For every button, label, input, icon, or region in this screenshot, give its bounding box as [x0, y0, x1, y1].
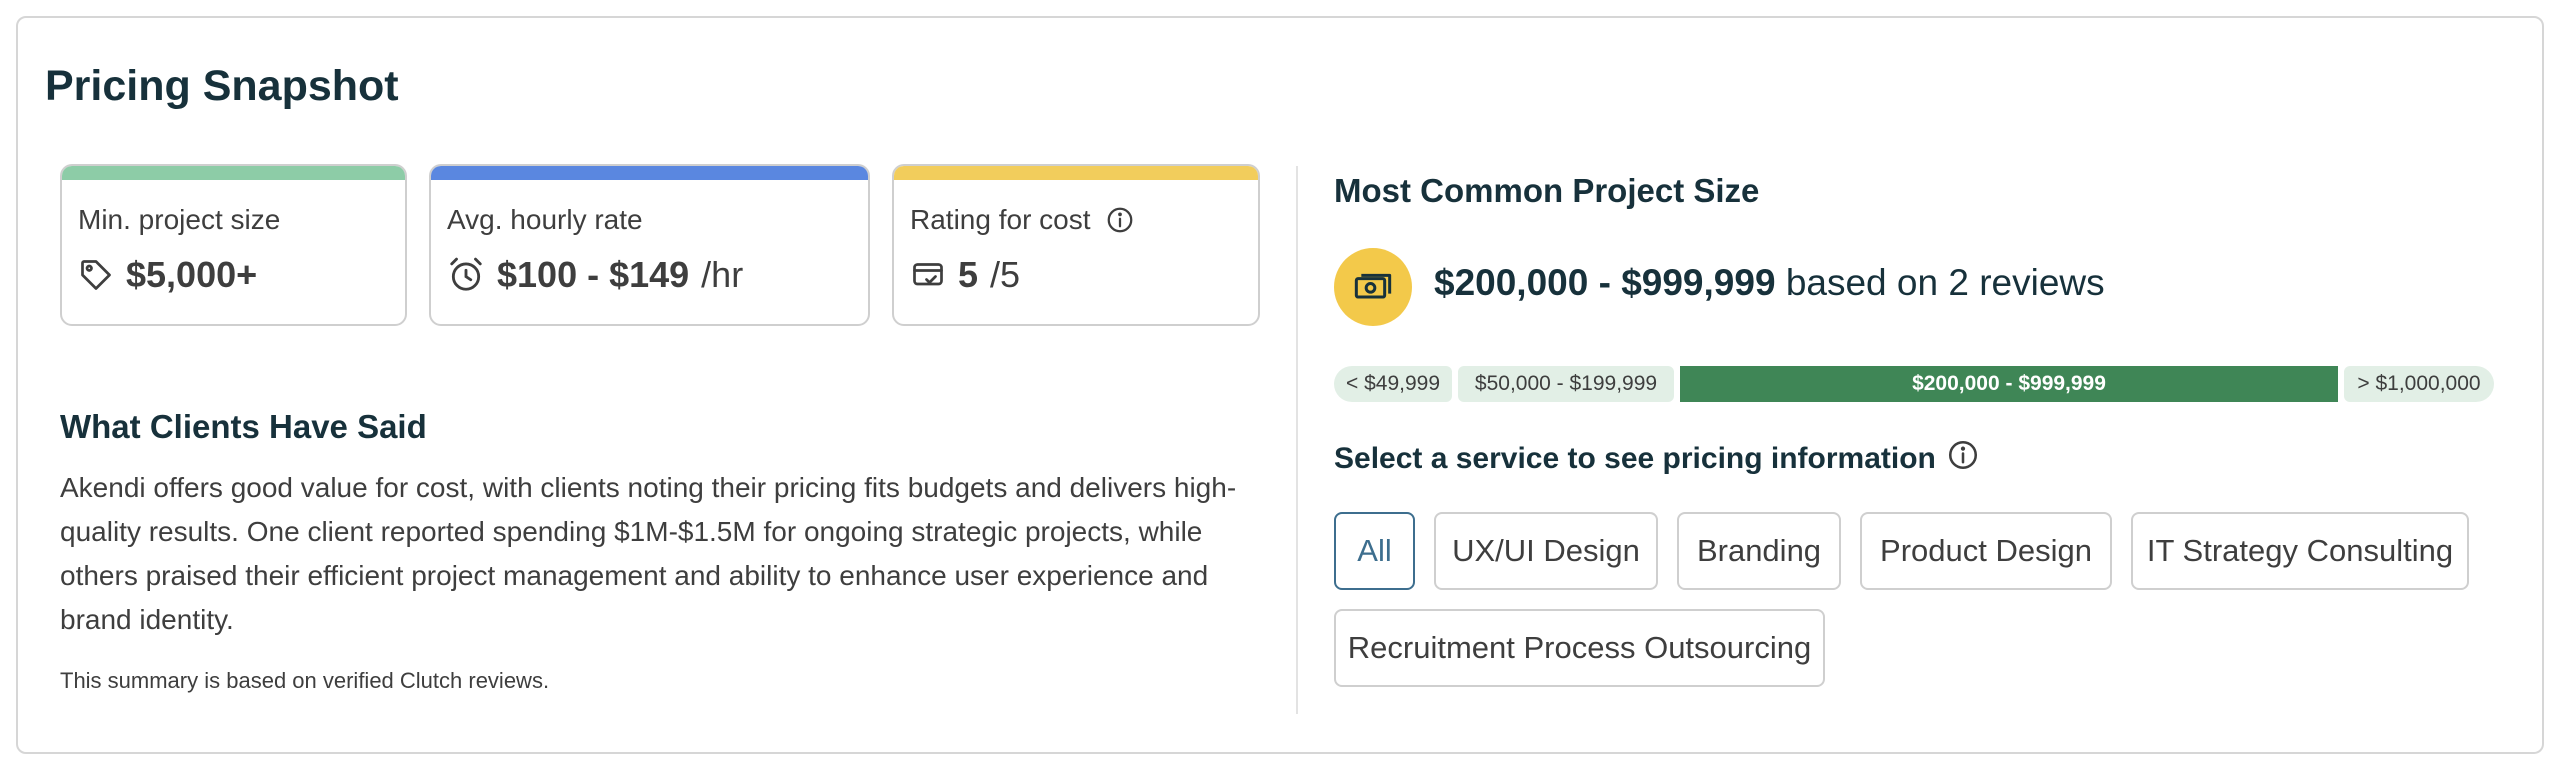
rating-for-cost-value: 5 [958, 254, 979, 295]
hourly-rate-unit: /hr [701, 254, 744, 295]
most-common-size-suffix: based on 2 reviews [1785, 262, 2105, 303]
project-size-distribution-bar: < $49,999 $50,000 - $199,999 $200,000 - … [1334, 366, 2494, 402]
most-common-size: $200,000 - $999,999 based on 2 reviews [1434, 262, 2105, 304]
min-project-size-label: Min. project size [78, 204, 281, 235]
service-select-prompt: Select a service to see pricing informat… [1334, 438, 1980, 480]
info-icon[interactable] [1105, 205, 1135, 235]
size-segment-200k-1m: $200,000 - $999,999 [1680, 366, 2338, 402]
hourly-rate-card: Avg. hourly rate $100 - $149 /hr [429, 164, 870, 326]
service-chip-recruitment-process-outsourcing[interactable]: Recruitment Process Outsourcing [1334, 609, 1825, 687]
rating-for-cost-accent [894, 166, 1258, 180]
alarm-clock-icon [447, 256, 485, 294]
page-title: Pricing Snapshot [45, 62, 399, 110]
most-common-size-range: $200,000 - $999,999 [1434, 262, 1776, 303]
service-chip-all[interactable]: All [1334, 512, 1415, 590]
info-icon[interactable] [1946, 438, 1980, 480]
summary-footnote: This summary is based on verified Clutch… [60, 668, 550, 693]
rating-for-cost-label: Rating for cost [910, 204, 1091, 235]
clients-heading: What Clients Have Said [60, 408, 427, 445]
size-segment-under-50k: < $49,999 [1334, 366, 1452, 402]
hourly-rate-accent [431, 166, 868, 180]
rating-for-cost-unit: /5 [990, 254, 1021, 295]
service-select-label: Select a service to see pricing informat… [1334, 442, 1936, 475]
size-segment-over-1m: > $1,000,000 [2344, 366, 2494, 402]
size-segment-50k-200k: $50,000 - $199,999 [1458, 366, 1674, 402]
service-chip-ux-ui-design[interactable]: UX/UI Design [1434, 512, 1658, 590]
service-chip-branding[interactable]: Branding [1677, 512, 1841, 590]
card-check-icon [910, 257, 946, 293]
clients-summary: Akendi offers good value for cost, with … [60, 472, 1237, 635]
min-project-size-card: Min. project size $5,000+ [60, 164, 407, 326]
min-project-size-value: $5,000+ [126, 254, 258, 295]
rating-for-cost-card: Rating for cost 5 /5 [892, 164, 1260, 326]
tag-icon [78, 257, 114, 293]
money-icon [1334, 248, 1412, 326]
hourly-rate-value: $100 - $149 [497, 254, 690, 295]
min-project-size-accent [62, 166, 405, 180]
service-chip-product-design[interactable]: Product Design [1860, 512, 2112, 590]
column-divider [1296, 166, 1298, 714]
service-chip-it-strategy-consulting[interactable]: IT Strategy Consulting [2131, 512, 2469, 590]
hourly-rate-label: Avg. hourly rate [447, 204, 643, 235]
project-size-heading: Most Common Project Size [1334, 172, 1760, 209]
